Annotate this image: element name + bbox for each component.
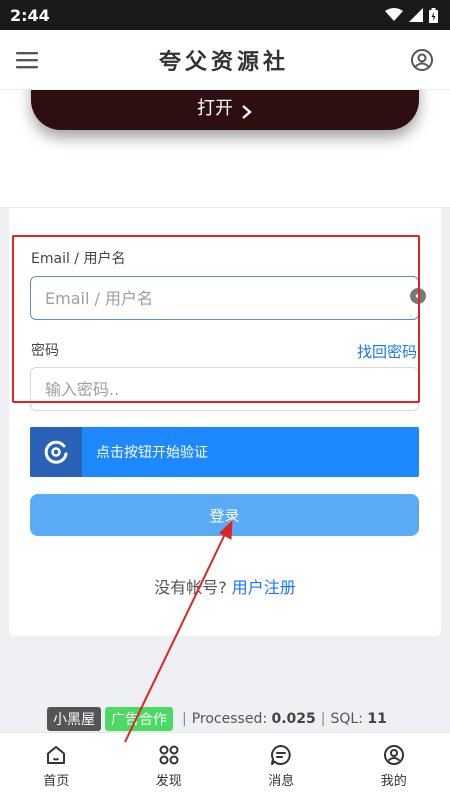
separator: | xyxy=(320,711,326,727)
bottom-nav: 首页 发现 消息 我的 xyxy=(0,732,450,800)
captcha-logo xyxy=(30,427,82,477)
email-input[interactable] xyxy=(30,276,419,320)
scroll-handle[interactable] xyxy=(410,288,426,304)
captcha-text: 点击按钮开始验证 xyxy=(96,445,208,461)
home-icon xyxy=(47,746,66,764)
signup-row: 没有帐号? 用户注册 xyxy=(9,574,441,598)
nav-item-messages[interactable]: 消息 xyxy=(225,733,338,800)
email-label: Email / 用户名 xyxy=(31,251,126,267)
chevron-right-icon xyxy=(242,105,252,119)
register-link[interactable]: 用户注册 xyxy=(232,578,296,597)
nav-item-discover[interactable]: 发现 xyxy=(113,733,226,800)
ad-cooperation-tag[interactable]: 广告合作 xyxy=(105,707,173,731)
nav-label: 发现 xyxy=(155,774,182,789)
separator: | xyxy=(182,711,187,727)
grid-icon xyxy=(159,745,179,765)
account-icon[interactable] xyxy=(410,48,434,72)
nav-item-mine[interactable]: 我的 xyxy=(338,733,450,800)
status-bar: 2:44 xyxy=(0,0,450,30)
login-card: Email / 用户名 密码 找回密码 点击按钮开始验证 登录 没有帐号? 用户… xyxy=(9,208,441,636)
footer-strip: 小黑屋 广告合作 | Processed: 0.025 | SQL: 11 xyxy=(0,706,450,732)
forgot-password-link[interactable]: 找回密码 xyxy=(357,341,417,362)
nav-label: 我的 xyxy=(380,774,407,789)
password-label: 密码 xyxy=(31,343,59,359)
no-account-text: 没有帐号? xyxy=(154,578,227,597)
captcha-icon xyxy=(44,440,68,464)
captcha-button[interactable]: 点击按钮开始验证 xyxy=(30,427,419,477)
nav-label: 消息 xyxy=(268,774,295,789)
password-input[interactable] xyxy=(30,367,419,411)
user-icon xyxy=(383,745,404,765)
processed-label: Processed: xyxy=(191,711,268,727)
site-title: 夸父资源社 xyxy=(158,48,289,75)
sql-value: 11 xyxy=(367,711,387,727)
wifi-icon xyxy=(385,8,403,21)
processed-value: 0.025 xyxy=(271,711,316,727)
battery-icon xyxy=(429,7,438,23)
login-button[interactable]: 登录 xyxy=(30,494,419,536)
menu-icon[interactable] xyxy=(16,51,38,69)
nav-label: 首页 xyxy=(43,774,70,789)
signal-icon xyxy=(409,8,423,22)
chevron-left-icon xyxy=(415,292,421,300)
sql-label: SQL: xyxy=(330,711,363,727)
nav-item-home[interactable]: 首页 xyxy=(0,733,113,800)
open-button-label: 打开 xyxy=(197,98,233,119)
status-time: 2:44 xyxy=(10,5,50,25)
app-bar: 夸父资源社 xyxy=(0,30,450,90)
open-card: 打开 xyxy=(0,70,450,208)
chat-icon xyxy=(271,745,291,765)
status-icons xyxy=(385,7,438,23)
blacklist-tag[interactable]: 小黑屋 xyxy=(47,707,101,731)
